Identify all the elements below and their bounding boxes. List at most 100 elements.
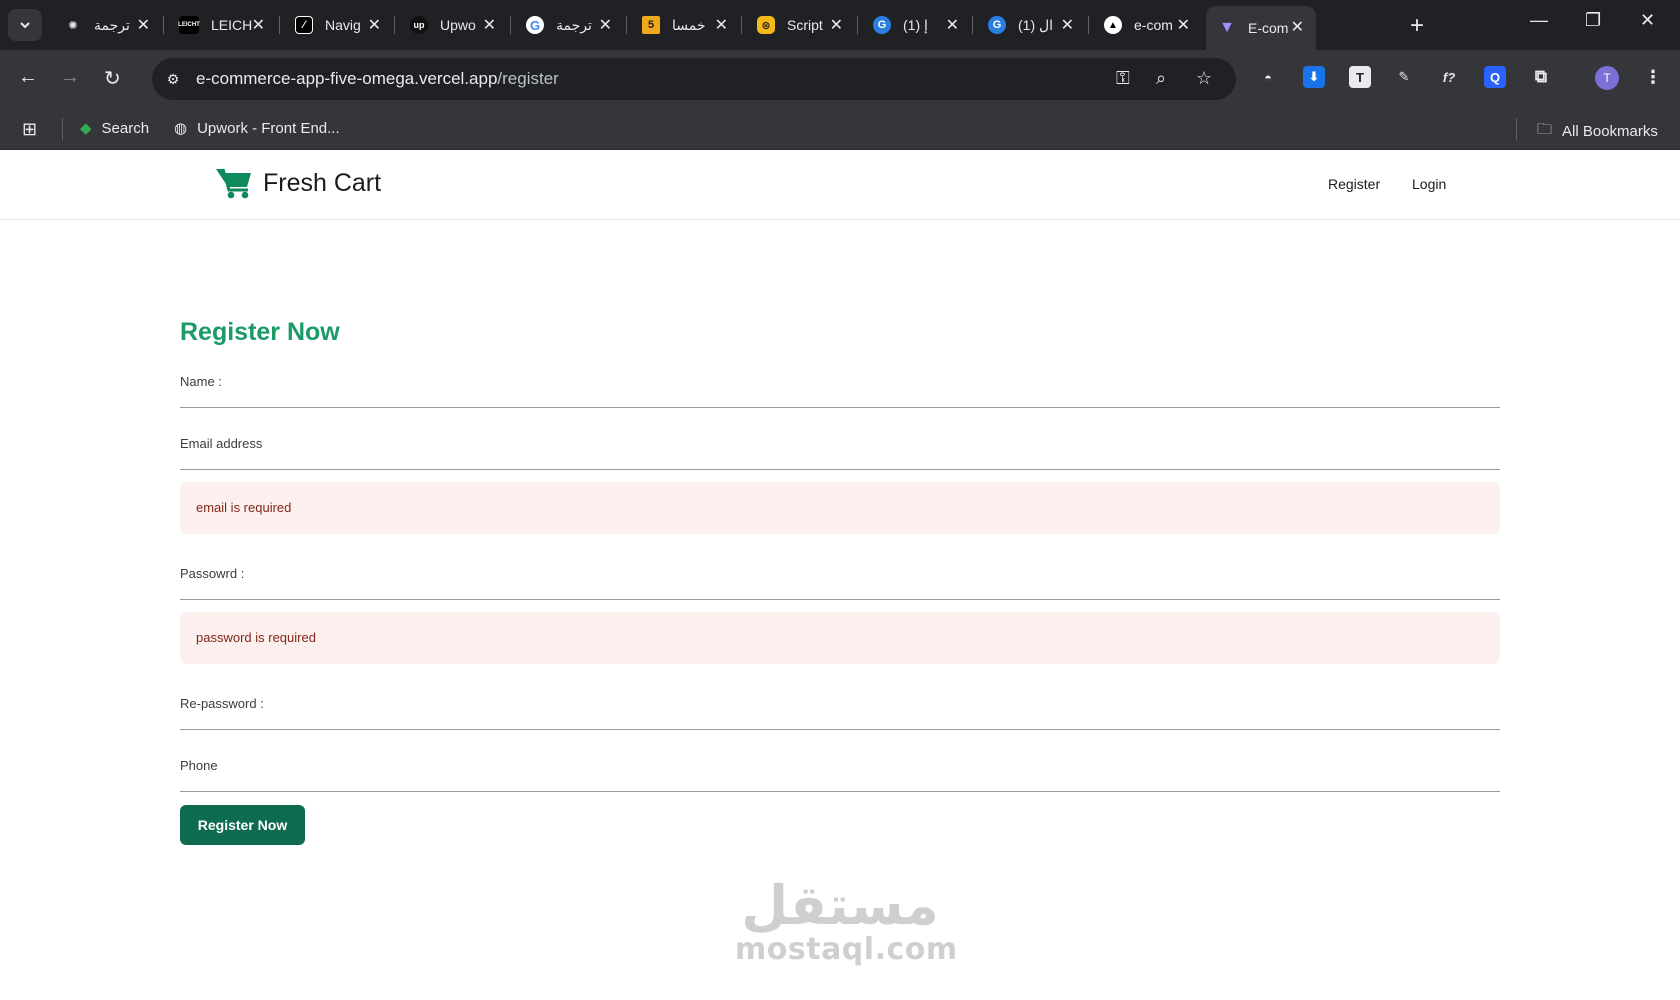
tab-1[interactable]: LEICHT LEICH ✕ [167, 8, 277, 42]
brand-logo[interactable]: Fresh Cart [215, 166, 381, 200]
apps-button[interactable]: ⊞ [22, 119, 37, 140]
notion-icon: ⁄ [295, 16, 313, 34]
password-error-text: password is required [196, 630, 316, 645]
close-icon[interactable]: ✕ [599, 15, 612, 35]
leicht-icon: LEICHT [178, 16, 200, 34]
extensions-puzzle-icon[interactable]: ⧉ [1530, 66, 1552, 88]
tab-7[interactable]: G (1) إ ✕ [861, 8, 971, 42]
watermark-arabic: مستقل [741, 874, 939, 937]
grid-icon: ⊞ [22, 119, 38, 139]
tab-8[interactable]: G (1) ال ✕ [976, 8, 1086, 42]
t-extension-icon[interactable]: T [1349, 66, 1371, 88]
close-window-button[interactable]: ✕ [1640, 10, 1655, 31]
close-icon[interactable]: ✕ [368, 15, 381, 35]
url-path: /register [497, 69, 559, 88]
minimize-icon: — [1530, 10, 1548, 30]
password-input[interactable] [180, 560, 1500, 600]
plus-icon: + [1410, 12, 1425, 39]
close-icon[interactable]: ✕ [483, 15, 496, 35]
mostaql-watermark: مستقل mostaql.com [735, 874, 958, 967]
restore-icon: ❐ [1585, 10, 1602, 30]
tab-4[interactable]: G ترجمة ✕ [514, 8, 624, 42]
function-extension-icon[interactable]: f? [1438, 66, 1460, 88]
upwork-icon: up [410, 16, 428, 34]
minimize-button[interactable]: — [1530, 10, 1548, 31]
arrow-left-icon: ← [18, 66, 38, 88]
reload-icon: ↻ [104, 68, 121, 90]
forward-button[interactable]: → [60, 66, 80, 89]
tab-search-button[interactable] [8, 9, 42, 41]
back-button[interactable]: ← [18, 66, 38, 89]
email-error-alert: email is required [180, 482, 1500, 534]
bookmark-separator [62, 118, 63, 140]
tab-2[interactable]: ⁄ Navig ✕ [283, 8, 393, 42]
spy-extension-icon[interactable]: ◓ [1257, 66, 1279, 88]
bookmark-search[interactable]: ◆ Search [80, 119, 149, 138]
close-icon[interactable]: ✕ [830, 15, 843, 35]
tab-separator [279, 16, 280, 34]
kebab-menu-icon[interactable]: ⋮ [1642, 66, 1664, 88]
chevron-down-icon [20, 22, 30, 29]
address-bar[interactable]: ⚙ e-commerce-app-five-omega.vercel.app/r… [152, 58, 1236, 100]
tab-separator [741, 16, 742, 34]
reload-button[interactable]: ↻ [104, 66, 121, 91]
page-title: Register Now [180, 318, 340, 346]
nav-register-link[interactable]: Register [1328, 176, 1380, 192]
email-error-text: email is required [196, 500, 292, 515]
tab-separator [163, 16, 164, 34]
key-icon[interactable]: ⚿ [1116, 68, 1130, 89]
download-extension-icon[interactable]: ⬇ [1303, 66, 1325, 88]
phone-input[interactable] [180, 752, 1500, 792]
star-icon[interactable]: ☆ [1196, 68, 1212, 89]
shopping-cart-icon [216, 168, 251, 199]
bookmark-label: Upwork - Front End... [197, 119, 340, 137]
name-field[interactable]: Name : [180, 368, 1500, 408]
restore-button[interactable]: ❐ [1585, 10, 1601, 31]
url-text[interactable]: e-commerce-app-five-omega.vercel.app/reg… [196, 69, 559, 89]
close-icon[interactable]: ✕ [1291, 17, 1304, 37]
tab-strip: ✺ ترجمة ✕ LEICHT LEICH ✕ ⁄ Navig ✕ up Up… [0, 0, 1680, 50]
email-input[interactable] [180, 430, 1500, 470]
password-error-alert: password is required [180, 612, 1500, 664]
bookmark-separator [1516, 118, 1517, 140]
email-field[interactable]: Email address [180, 430, 1500, 470]
register-submit-button[interactable]: Register Now [180, 805, 305, 845]
nav-login-link[interactable]: Login [1412, 176, 1446, 192]
globe-icon: ◍ [174, 120, 188, 137]
tab-separator [394, 16, 395, 34]
repassword-field[interactable]: Re-password : [180, 690, 1500, 730]
new-tab-button[interactable]: + [1410, 12, 1424, 40]
tab-6[interactable]: ⊛ Script ✕ [745, 8, 855, 42]
q-extension-icon[interactable]: Q [1484, 66, 1506, 88]
tab-10-active[interactable]: ▼ E-com ✕ [1206, 6, 1316, 50]
name-input[interactable] [180, 368, 1500, 408]
vite-icon: ▼ [1219, 19, 1235, 36]
repassword-input[interactable] [180, 690, 1500, 730]
folder-icon: 🗀 [1537, 121, 1553, 138]
eyedropper-icon[interactable]: ✎ [1393, 66, 1415, 88]
zoom-icon[interactable]: ⌕ [1156, 68, 1166, 89]
bookmark-upwork[interactable]: ◍ Upwork - Front End... [174, 119, 340, 138]
bookmark-label: All Bookmarks [1562, 123, 1658, 140]
tab-separator [857, 16, 858, 34]
all-bookmarks[interactable]: 🗀 All Bookmarks [1537, 119, 1658, 144]
password-field[interactable]: Passowrd : [180, 560, 1500, 600]
tab-5[interactable]: 5 خمسا ✕ [630, 8, 740, 42]
close-icon[interactable]: ✕ [1177, 15, 1190, 35]
close-icon[interactable]: ✕ [946, 15, 959, 35]
tab-separator [626, 16, 627, 34]
avatar[interactable]: T [1595, 66, 1619, 90]
close-icon[interactable]: ✕ [137, 15, 150, 35]
phone-field[interactable]: Phone [180, 752, 1500, 792]
tab-3[interactable]: up Upwo ✕ [398, 8, 508, 42]
close-icon[interactable]: ✕ [715, 15, 728, 35]
watermark-latin: mostaql.com [735, 932, 958, 967]
bookmarks-bar: ⊞ ◆ Search ◍ Upwork - Front End... 🗀 All… [0, 108, 1680, 150]
browser-toolbar: ← → ↻ ⚙ e-commerce-app-five-omega.vercel… [0, 50, 1680, 108]
close-icon[interactable]: ✕ [252, 15, 265, 35]
arrow-right-icon: → [60, 66, 80, 88]
close-icon[interactable]: ✕ [1061, 15, 1074, 35]
tab-9[interactable]: ▲ e-com ✕ [1092, 8, 1202, 42]
site-info-icon[interactable]: ⚙ [162, 68, 184, 90]
tab-0[interactable]: ✺ ترجمة ✕ [52, 8, 162, 42]
